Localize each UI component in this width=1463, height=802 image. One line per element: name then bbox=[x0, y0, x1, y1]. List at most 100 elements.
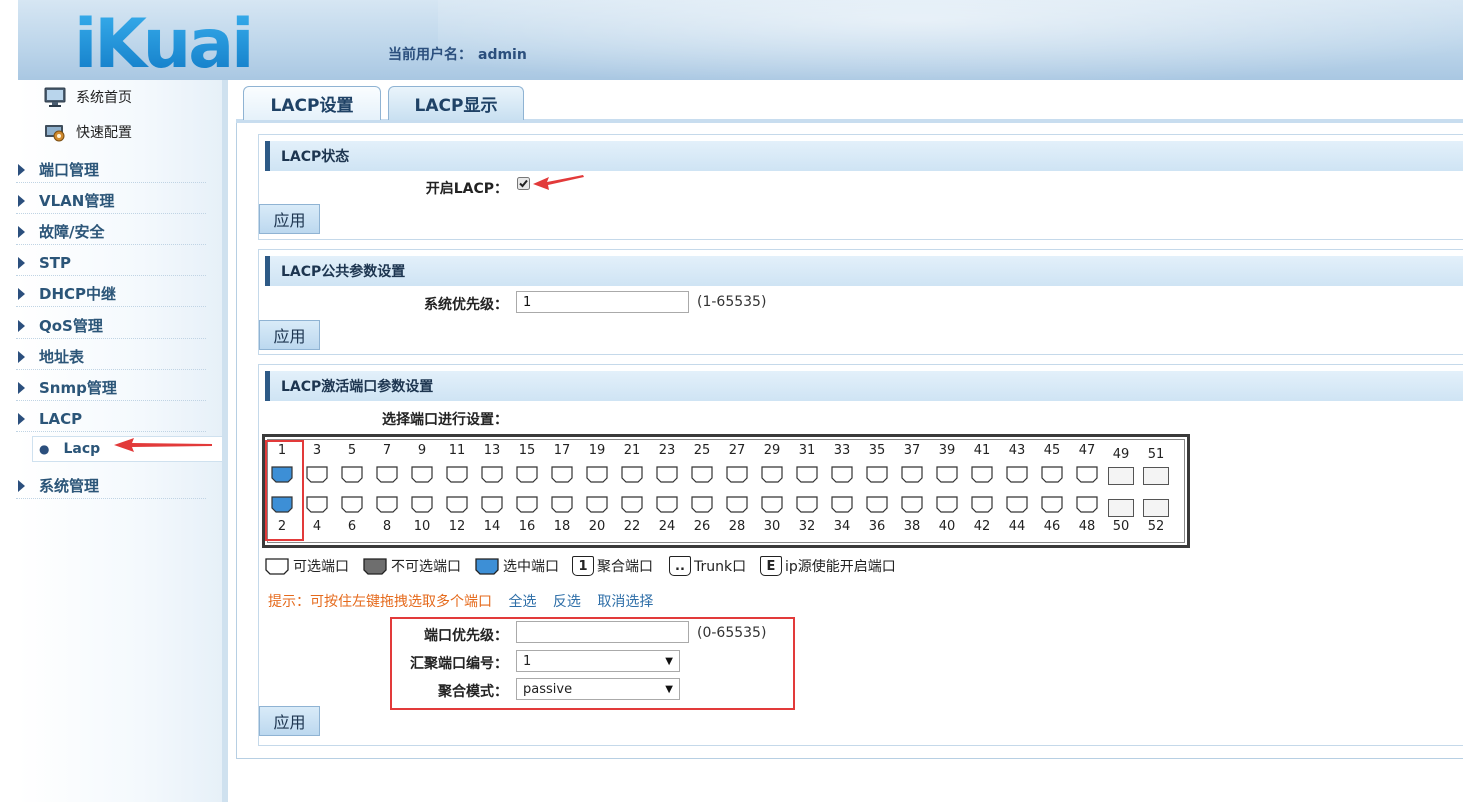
port-31[interactable]: 31 bbox=[792, 443, 822, 483]
dropdown-arrow-icon: ▼ bbox=[665, 655, 673, 667]
port-46[interactable]: 46 bbox=[1037, 493, 1067, 534]
sidebar-group-system-mgmt[interactable]: 系统管理 bbox=[16, 473, 206, 499]
annotation-arrow-lacp bbox=[114, 438, 212, 452]
sidebar-group-address-table[interactable]: 地址表 bbox=[16, 344, 206, 370]
port-4[interactable]: 4 bbox=[302, 493, 332, 534]
port-36[interactable]: 36 bbox=[862, 493, 892, 534]
port-23[interactable]: 23 bbox=[652, 443, 682, 483]
agg-port-select[interactable]: 1 ▼ bbox=[516, 650, 680, 672]
tip-line: 提示：可按住左键拖拽选取多个端口 全选 反选 取消选择 bbox=[268, 591, 653, 611]
port-39[interactable]: 39 bbox=[932, 443, 962, 483]
port-43[interactable]: 43 bbox=[1002, 443, 1032, 483]
port-13[interactable]: 13 bbox=[477, 443, 507, 483]
port-29[interactable]: 29 bbox=[757, 443, 787, 483]
panel-title-text: LACP激活端口参数设置 bbox=[281, 379, 434, 395]
legend-label: 可选端口 bbox=[293, 559, 349, 575]
expand-triangle-icon bbox=[18, 381, 25, 394]
port-icon bbox=[411, 466, 433, 483]
sfp-port-52[interactable] bbox=[1143, 499, 1169, 517]
port-icon bbox=[306, 496, 328, 513]
port-icon bbox=[901, 496, 923, 513]
sidebar-item-home[interactable]: 系统首页 bbox=[44, 84, 132, 110]
port-number: 41 bbox=[973, 443, 991, 458]
port-number: 10 bbox=[413, 519, 431, 534]
port-9[interactable]: 9 bbox=[407, 443, 437, 483]
port-21[interactable]: 21 bbox=[617, 443, 647, 483]
sfp-port-50[interactable] bbox=[1108, 499, 1134, 517]
port-18[interactable]: 18 bbox=[547, 493, 577, 534]
sidebar-group-label: 系统管理 bbox=[39, 477, 100, 495]
tab-lacp-settings[interactable]: LACP设置 bbox=[243, 86, 381, 120]
port-38[interactable]: 38 bbox=[897, 493, 927, 534]
sidebar-group-snmp[interactable]: Snmp管理 bbox=[16, 375, 206, 401]
port-37[interactable]: 37 bbox=[897, 443, 927, 483]
sidebar-group-vlan[interactable]: VLAN管理 bbox=[16, 188, 206, 214]
sfp-port-49[interactable] bbox=[1108, 467, 1134, 485]
port-number: 7 bbox=[382, 443, 392, 458]
port-24[interactable]: 24 bbox=[652, 493, 682, 534]
port-32[interactable]: 32 bbox=[792, 493, 822, 534]
port-number: 24 bbox=[658, 519, 676, 534]
port-47[interactable]: 47 bbox=[1072, 443, 1102, 483]
port-42[interactable]: 42 bbox=[967, 493, 997, 534]
cancel-select-link[interactable]: 取消选择 bbox=[597, 594, 653, 610]
sfp-port-51[interactable] bbox=[1143, 467, 1169, 485]
port-25[interactable]: 25 bbox=[687, 443, 717, 483]
port-28[interactable]: 28 bbox=[722, 493, 752, 534]
port-15[interactable]: 15 bbox=[512, 443, 542, 483]
apply-status-button[interactable]: 应用 bbox=[259, 204, 320, 234]
port-14[interactable]: 14 bbox=[477, 493, 507, 534]
port-22[interactable]: 22 bbox=[617, 493, 647, 534]
agg-mode-select[interactable]: passive ▼ bbox=[516, 678, 680, 700]
monitor-icon bbox=[44, 87, 66, 107]
expand-triangle-icon bbox=[18, 350, 25, 363]
port-48[interactable]: 48 bbox=[1072, 493, 1102, 534]
legend-label: Trunk口 bbox=[694, 559, 747, 575]
port-27[interactable]: 27 bbox=[722, 443, 752, 483]
sidebar-group-lacp[interactable]: LACP bbox=[16, 406, 206, 432]
port-44[interactable]: 44 bbox=[1002, 493, 1032, 534]
port-17[interactable]: 17 bbox=[547, 443, 577, 483]
port-12[interactable]: 12 bbox=[442, 493, 472, 534]
sidebar-group-qos[interactable]: QoS管理 bbox=[16, 313, 206, 339]
agg-port-value: 1 bbox=[523, 653, 532, 669]
invert-select-link[interactable]: 反选 bbox=[553, 594, 581, 610]
port-number: 6 bbox=[347, 519, 357, 534]
tab-lacp-display[interactable]: LACP显示 bbox=[388, 86, 524, 120]
system-priority-input[interactable] bbox=[516, 291, 689, 313]
port-8[interactable]: 8 bbox=[372, 493, 402, 534]
port-34[interactable]: 34 bbox=[827, 493, 857, 534]
port-number: 44 bbox=[1008, 519, 1026, 534]
port-icon bbox=[481, 496, 503, 513]
port-35[interactable]: 35 bbox=[862, 443, 892, 483]
sidebar-item-quick-config[interactable]: 快速配置 bbox=[44, 119, 132, 145]
port-19[interactable]: 19 bbox=[582, 443, 612, 483]
port-16[interactable]: 16 bbox=[512, 493, 542, 534]
port-icon bbox=[551, 496, 573, 513]
port-5[interactable]: 5 bbox=[337, 443, 367, 483]
port-26[interactable]: 26 bbox=[687, 493, 717, 534]
legend-ipsrc: E ip源使能开启端口 bbox=[760, 556, 896, 576]
port-10[interactable]: 10 bbox=[407, 493, 437, 534]
port-7[interactable]: 7 bbox=[372, 443, 402, 483]
sidebar-group-dhcp-relay[interactable]: DHCP中继 bbox=[16, 281, 206, 307]
select-all-link[interactable]: 全选 bbox=[508, 594, 536, 610]
port-20[interactable]: 20 bbox=[582, 493, 612, 534]
port-41[interactable]: 41 bbox=[967, 443, 997, 483]
port-40[interactable]: 40 bbox=[932, 493, 962, 534]
aggregated-port-icon: 1 bbox=[572, 556, 594, 576]
apply-common-button[interactable]: 应用 bbox=[259, 320, 320, 350]
sidebar-group-stp[interactable]: STP bbox=[16, 250, 206, 276]
port-6[interactable]: 6 bbox=[337, 493, 367, 534]
enable-lacp-checkbox[interactable] bbox=[517, 177, 530, 190]
port-33[interactable]: 33 bbox=[827, 443, 857, 483]
port-3[interactable]: 3 bbox=[302, 443, 332, 483]
port-11[interactable]: 11 bbox=[442, 443, 472, 483]
apply-active-button[interactable]: 应用 bbox=[259, 706, 320, 736]
sidebar-group-fault-security[interactable]: 故障/安全 bbox=[16, 219, 206, 245]
sidebar-group-port-mgmt[interactable]: 端口管理 bbox=[16, 157, 206, 183]
port-number: 35 bbox=[868, 443, 886, 458]
port-30[interactable]: 30 bbox=[757, 493, 787, 534]
port-45[interactable]: 45 bbox=[1037, 443, 1067, 483]
port-priority-input[interactable] bbox=[516, 621, 689, 643]
